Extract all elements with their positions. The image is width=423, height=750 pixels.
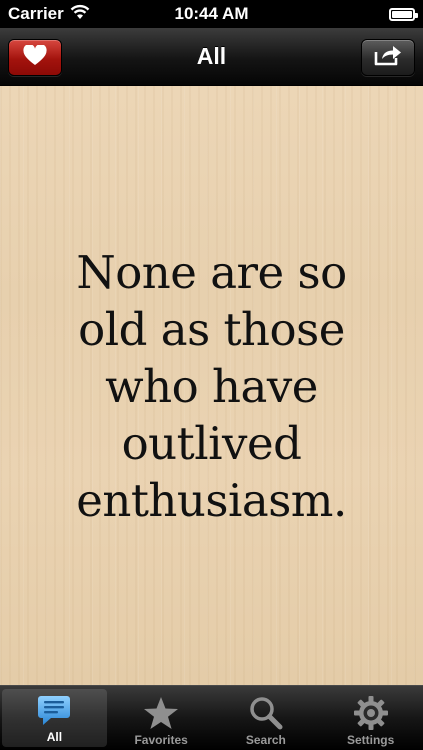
gear-icon: [353, 695, 389, 731]
tab-favorites[interactable]: Favorites: [109, 686, 214, 750]
share-button[interactable]: [361, 39, 415, 76]
favorite-button[interactable]: [8, 39, 62, 76]
tab-all[interactable]: All: [2, 689, 107, 747]
carrier-label: Carrier: [8, 4, 64, 23]
nav-bar: All: [0, 28, 423, 86]
star-icon: [143, 695, 179, 731]
status-bar: Carrier 10:44 AM: [0, 0, 423, 28]
wifi-icon: [70, 4, 90, 25]
share-icon: [373, 43, 403, 72]
tab-label: All: [46, 730, 63, 744]
status-left: Carrier: [8, 4, 90, 25]
tab-settings[interactable]: Settings: [318, 686, 423, 750]
quote-text: None are so old as those who have outliv…: [76, 246, 347, 527]
tab-label: Search: [245, 733, 286, 747]
tab-bar: All Favorites Search Settings: [0, 685, 423, 750]
nav-title: All: [196, 43, 227, 69]
battery-fill: [392, 10, 412, 18]
quote-card[interactable]: None are so old as those who have outliv…: [0, 86, 423, 685]
heart-icon: [23, 43, 47, 71]
battery-icon: [389, 7, 418, 21]
search-icon: [248, 695, 284, 731]
tab-search[interactable]: Search: [214, 686, 319, 750]
speech-bubble-icon: [36, 692, 72, 728]
tab-label: Settings: [346, 733, 395, 747]
tab-label: Favorites: [134, 733, 188, 747]
